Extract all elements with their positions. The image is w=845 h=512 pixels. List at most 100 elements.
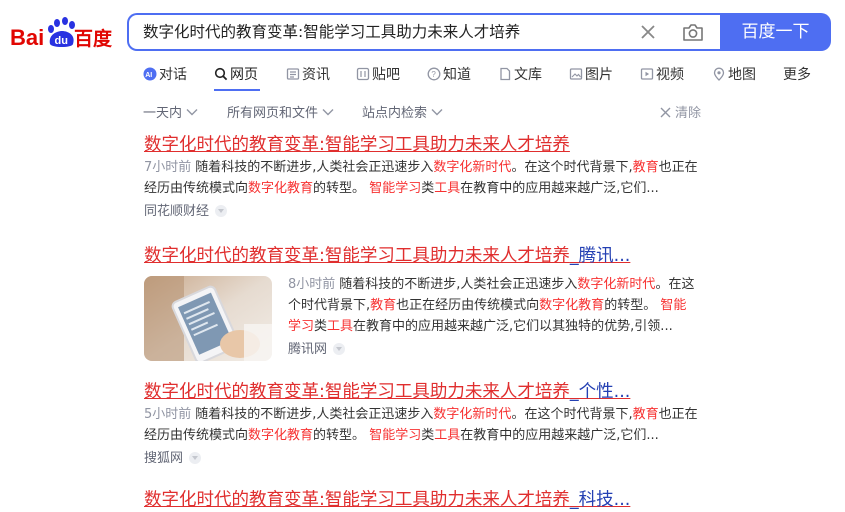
logo-text-left: Bai bbox=[10, 25, 44, 50]
search-input[interactable]: 数字化时代的教育变革:智能学习工具助力未来人才培养 bbox=[143, 15, 520, 49]
result-title[interactable]: 数字化时代的教育变革:智能学习工具助力未来人才培养_腾讯... bbox=[144, 244, 704, 268]
tab-chat[interactable]: AI 对话 bbox=[143, 66, 187, 84]
chevron-down-icon bbox=[186, 109, 198, 116]
source-name: 同花顺财经 bbox=[144, 204, 210, 219]
tab-label: 资讯 bbox=[302, 67, 330, 83]
source-dropdown-icon[interactable] bbox=[189, 452, 202, 464]
tab-maps[interactable]: 地图 bbox=[712, 66, 756, 84]
tab-images[interactable]: 图片 bbox=[569, 66, 613, 84]
search-result: 数字化时代的教育变革:智能学习工具助力未来人才培养_个性... 5小时前 随着科技… bbox=[144, 380, 704, 468]
search-result-body: 8小时前 随着科技的不断进步,人类社会正迅速步入数字化新时代。在这个时代背景下,教… bbox=[288, 274, 698, 359]
abstract-text: 。在这个时代背景下, bbox=[511, 407, 633, 422]
tab-label: 知道 bbox=[443, 67, 471, 83]
tab-zhidao[interactable]: ? 知道 bbox=[427, 66, 471, 84]
result-time: 8小时前 bbox=[288, 277, 336, 292]
search-button[interactable]: 百度一下 bbox=[720, 13, 831, 51]
result-time: 5小时前 bbox=[144, 407, 192, 422]
result-title-suffix: _科技... bbox=[569, 490, 631, 510]
abstract-highlight: 数字化教育 bbox=[248, 428, 314, 443]
clear-input-icon[interactable] bbox=[639, 23, 657, 41]
camera-icon[interactable] bbox=[682, 22, 704, 42]
tieba-icon bbox=[356, 67, 370, 81]
result-title-text: 数字化时代的教育变革:智能学习工具助力未来人才培养 bbox=[144, 135, 570, 155]
doc-icon bbox=[500, 67, 511, 81]
tab-news[interactable]: 资讯 bbox=[286, 66, 330, 84]
clear-filters-button[interactable]: 清除 bbox=[660, 106, 701, 122]
result-time: 7小时前 bbox=[144, 160, 192, 175]
result-thumbnail[interactable] bbox=[144, 276, 272, 361]
search-result: 数字化时代的教育变革:智能学习工具助力未来人才培养_腾讯... bbox=[144, 244, 704, 268]
logo-text-right: 百度 bbox=[74, 27, 113, 50]
abstract-text: 的转型。 bbox=[313, 181, 366, 196]
site-filter[interactable]: 站点内检索 bbox=[362, 106, 443, 122]
abstract-highlight: 智能学习 bbox=[369, 428, 422, 443]
result-abstract: 8小时前 随着科技的不断进步,人类社会正迅速步入数字化新时代。在这个时代背景下,教… bbox=[288, 274, 698, 337]
tab-more[interactable]: 更多 bbox=[783, 66, 811, 84]
abstract-highlight: 教育 bbox=[632, 407, 659, 422]
result-title-text: 数字化时代的教育变革:智能学习工具助力未来人才培养 bbox=[144, 382, 570, 402]
ai-icon: AI bbox=[143, 67, 157, 81]
source-dropdown-icon[interactable] bbox=[333, 343, 346, 355]
result-title[interactable]: 数字化时代的教育变革:智能学习工具助力未来人才培养 bbox=[144, 133, 704, 157]
abstract-highlight: 数字化教育 bbox=[539, 298, 605, 313]
abstract-text: 的转型。 bbox=[604, 298, 657, 313]
result-title[interactable]: 数字化时代的教育变革:智能学习工具助力未来人才培养_个性... bbox=[144, 380, 704, 404]
source-name: 腾讯网 bbox=[288, 342, 328, 357]
tab-label: 视频 bbox=[656, 67, 684, 83]
abstract-text: 。在这个时代背景下, bbox=[511, 160, 633, 175]
abstract-text: 在教育中的应用越来越广泛,它们以其独特的优势,引领... bbox=[353, 319, 673, 334]
result-title-text: 数字化时代的教育变革:智能学习工具助力未来人才培养 bbox=[144, 246, 570, 266]
tab-web[interactable]: 网页 bbox=[214, 66, 258, 84]
search-box[interactable]: 数字化时代的教育变革:智能学习工具助力未来人才培养 bbox=[127, 13, 720, 51]
filetype-filter[interactable]: 所有网页和文件 bbox=[227, 106, 334, 122]
time-filter[interactable]: 一天内 bbox=[143, 106, 198, 122]
abstract-highlight: 数字化新时代 bbox=[433, 407, 512, 422]
result-source[interactable]: 搜狐网 bbox=[144, 450, 704, 468]
svg-text:?: ? bbox=[431, 70, 436, 79]
abstract-text: 随着科技的不断进步,人类社会正迅速步入 bbox=[195, 407, 434, 422]
result-source[interactable]: 腾讯网 bbox=[288, 341, 698, 359]
result-title-text: 数字化时代的教育变革:智能学习工具助力未来人才培养 bbox=[144, 490, 570, 510]
baidu-logo[interactable]: Bai du 百度 bbox=[10, 14, 114, 54]
tab-videos[interactable]: 视频 bbox=[640, 66, 684, 84]
result-abstract: 7小时前 随着科技的不断进步,人类社会正迅速步入数字化新时代。在这个时代背景下,教… bbox=[144, 157, 704, 199]
chevron-down-icon bbox=[322, 109, 334, 116]
abstract-text: 类 bbox=[421, 428, 435, 443]
abstract-highlight: 工具 bbox=[434, 181, 461, 196]
abstract-text: 也正在经历由传统模式向 bbox=[396, 298, 540, 313]
tab-label: 对话 bbox=[159, 67, 187, 83]
question-icon: ? bbox=[427, 67, 441, 81]
tab-label: 图片 bbox=[585, 67, 613, 83]
abstract-text: 随着科技的不断进步,人类社会正迅速步入 bbox=[339, 277, 578, 292]
chevron-down-icon bbox=[431, 109, 443, 116]
source-dropdown-icon[interactable] bbox=[215, 205, 228, 217]
abstract-highlight: 工具 bbox=[327, 319, 354, 334]
abstract-highlight: 数字化教育 bbox=[248, 181, 314, 196]
image-icon bbox=[569, 68, 583, 80]
result-source[interactable]: 同花顺财经 bbox=[144, 203, 704, 221]
tab-wenku[interactable]: 文库 bbox=[498, 66, 542, 84]
tab-label: 地图 bbox=[728, 67, 756, 83]
abstract-text: 在教育中的应用越来越广泛,它们... bbox=[460, 428, 659, 443]
logo-paw-text: du bbox=[55, 35, 68, 47]
tab-label: 贴吧 bbox=[372, 67, 400, 83]
news-icon bbox=[286, 68, 300, 80]
source-name: 搜狐网 bbox=[144, 451, 184, 466]
search-icon bbox=[214, 67, 228, 81]
svg-text:AI: AI bbox=[145, 72, 152, 79]
video-icon bbox=[640, 68, 654, 80]
tab-tieba[interactable]: 贴吧 bbox=[356, 66, 400, 84]
abstract-text: 在教育中的应用越来越广泛,它们... bbox=[460, 181, 659, 196]
active-tab-indicator bbox=[214, 89, 260, 91]
paw-icon: du bbox=[48, 17, 75, 47]
abstract-highlight: 数字化新时代 bbox=[577, 277, 656, 292]
result-title[interactable]: 数字化时代的教育变革:智能学习工具助力未来人才培养_科技... bbox=[144, 488, 704, 512]
result-abstract: 5小时前 随着科技的不断进步,人类社会正迅速步入数字化新时代。在这个时代背景下,教… bbox=[144, 404, 704, 446]
abstract-highlight: 工具 bbox=[434, 428, 461, 443]
search-result: 数字化时代的教育变革:智能学习工具助力未来人才培养 7小时前 随着科技的不断进步,… bbox=[144, 133, 704, 221]
tab-label: 更多 bbox=[783, 67, 811, 83]
abstract-highlight: 数字化新时代 bbox=[433, 160, 512, 175]
time-filter-label: 一天内 bbox=[143, 106, 183, 121]
clear-label: 清除 bbox=[675, 106, 702, 121]
abstract-highlight: 教育 bbox=[632, 160, 659, 175]
